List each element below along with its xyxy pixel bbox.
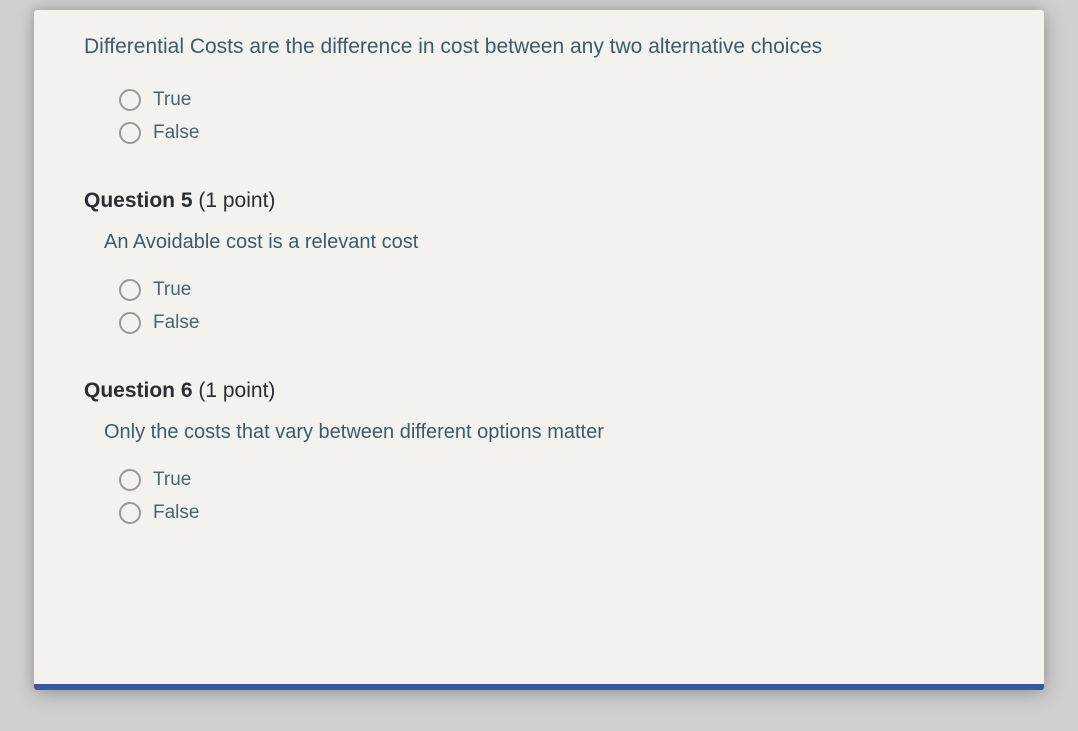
question-5-label: Question 5	[84, 189, 193, 212]
question-6-prompt: Only the costs that vary between differe…	[104, 421, 994, 444]
question-4-options: True False	[119, 89, 994, 144]
question-6-points: (1 point)	[193, 379, 276, 402]
radio-icon	[119, 122, 141, 144]
question-6-options: True False	[119, 469, 994, 524]
question-5-prompt: An Avoidable cost is a relevant cost	[104, 231, 994, 254]
radio-icon	[119, 312, 141, 334]
q4-option-false[interactable]: False	[119, 122, 994, 144]
q6-option-true[interactable]: True	[119, 469, 994, 491]
radio-icon	[119, 469, 141, 491]
question-6-header: Question 6 (1 point)	[84, 379, 994, 403]
question-6-block: Question 6 (1 point) Only the costs that…	[84, 379, 994, 524]
option-label: True	[153, 469, 191, 491]
q4-option-true[interactable]: True	[119, 89, 994, 111]
radio-icon	[119, 89, 141, 111]
question-4-block: Differential Costs are the difference in…	[84, 32, 994, 144]
question-6-label: Question 6	[84, 379, 193, 402]
option-label: False	[153, 312, 199, 334]
q5-option-false[interactable]: False	[119, 312, 994, 334]
quiz-container: Differential Costs are the difference in…	[34, 10, 1044, 690]
q6-option-false[interactable]: False	[119, 502, 994, 524]
option-label: True	[153, 279, 191, 301]
question-5-options: True False	[119, 279, 994, 334]
question-4-prompt: Differential Costs are the difference in…	[84, 32, 994, 61]
radio-icon	[119, 502, 141, 524]
option-label: True	[153, 89, 191, 111]
radio-icon	[119, 279, 141, 301]
option-label: False	[153, 122, 199, 144]
option-label: False	[153, 502, 199, 524]
q5-option-true[interactable]: True	[119, 279, 994, 301]
question-5-header: Question 5 (1 point)	[84, 189, 994, 213]
question-5-block: Question 5 (1 point) An Avoidable cost i…	[84, 189, 994, 334]
question-5-points: (1 point)	[193, 189, 276, 212]
